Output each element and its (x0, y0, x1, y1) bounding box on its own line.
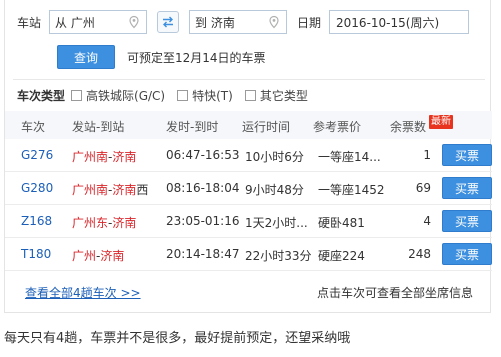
duration: 1天2小时... (245, 216, 308, 230)
price: 一等座14... (318, 150, 381, 164)
query-row: 查询 可预定至12月14日的车票 (57, 45, 266, 69)
train-number-link[interactable]: G276 (21, 148, 53, 162)
route: 广州南-济南 (72, 148, 136, 165)
buy-ticket-button[interactable]: 买票 (442, 144, 492, 166)
presale-notice: 可预定至12月14日的车票 (127, 50, 266, 65)
price: 硬卧481 (318, 216, 365, 230)
filter-label: 其它类型 (259, 89, 308, 103)
header-stations: 发站-到站 (72, 120, 125, 134)
header-seats: 余票数 (390, 120, 427, 134)
filter-label: 高铁城际(G/C) (86, 89, 166, 103)
table-row: G276 广州南-济南 06:47-16:53 10小时6分 一等座14... … (5, 139, 492, 172)
from-station-value: 从 广州 (55, 15, 95, 30)
from-station-input[interactable]: 从 广州 (49, 10, 148, 34)
train-type-filter: 车次类型 高铁城际(G/C) 特快(T) 其它类型 (17, 87, 320, 104)
query-button[interactable]: 查询 (57, 45, 115, 69)
divider (13, 79, 485, 80)
remaining-seats: 248 (408, 247, 431, 261)
filter-label: 特快(T) (192, 89, 233, 103)
swap-icon (163, 16, 174, 28)
header-times: 发时-到时 (166, 120, 219, 134)
to-station: 济南 (112, 183, 137, 197)
swap-stations-button[interactable] (157, 11, 180, 33)
remaining-seats: 69 (415, 181, 431, 195)
route: 广州-济南 (72, 247, 124, 264)
header-train: 车次 (21, 120, 46, 134)
to-station: 济南 (112, 150, 137, 164)
date-input[interactable]: 2016-10-15(周六) (329, 10, 470, 34)
seat-info-hint: 点击车次可查看全部坐席信息 (316, 286, 473, 300)
buy-ticket-button[interactable]: 买票 (442, 210, 492, 232)
checkbox-icon[interactable] (177, 90, 189, 101)
buy-ticket-button[interactable]: 买票 (442, 177, 492, 199)
train-number-link[interactable]: Z168 (21, 214, 52, 228)
filter-other[interactable]: 其它类型 (244, 87, 308, 104)
header-duration: 运行时间 (242, 120, 291, 134)
duration: 10小时6分 (245, 150, 304, 164)
location-pin-icon (269, 15, 279, 29)
checkbox-icon[interactable] (71, 90, 83, 101)
answer-comment: 每天只有4趟，车票并不是很多，最好提前预定，还望采纳哦 (4, 331, 351, 346)
train-number-link[interactable]: T180 (21, 247, 51, 261)
date-label: 日期 (297, 15, 322, 30)
table-row: T180 广州-济南 20:14-18:47 22小时33分 硬座224 248… (5, 238, 492, 271)
depart-arrive-time: 08:16-18:04 (166, 181, 240, 195)
remaining-seats: 1 (423, 148, 431, 162)
buy-ticket-button[interactable]: 买票 (442, 243, 492, 265)
depart-arrive-time: 23:05-01:16 (166, 214, 240, 228)
filter-high-speed[interactable]: 高铁城际(G/C) (71, 87, 165, 104)
checkbox-icon[interactable] (244, 90, 256, 101)
from-station: 广州 (72, 249, 97, 263)
remaining-seats: 4 (423, 214, 431, 228)
search-row: 车站 从 广州 到 济南 日期 2016-10-15(周六) (17, 9, 470, 35)
filter-express[interactable]: 特快(T) (177, 87, 233, 104)
to-station: 济南 (100, 249, 125, 263)
route: 广州南-济南西 (72, 181, 148, 198)
header-price: 参考票价 (313, 120, 362, 134)
table-header: 车次 发站-到站 发时-到时 运行时间 参考票价 余票数 最新 (5, 111, 492, 139)
from-station: 广州东 (72, 216, 109, 230)
new-badge: 最新 (429, 115, 453, 129)
price: 硬座224 (318, 249, 365, 263)
depart-arrive-time: 06:47-16:53 (166, 148, 240, 162)
table-row: G280 广州南-济南西 08:16-18:04 9小时48分 一等座1452 … (5, 172, 492, 205)
price: 一等座1452 (318, 183, 385, 197)
view-all-trains-link[interactable]: 查看全部4趟车次 >> (25, 284, 141, 301)
from-station: 广州南 (72, 183, 109, 197)
table-row: Z168 广州东-济南 23:05-01:16 1天2小时... 硬卧481 4… (5, 205, 492, 238)
route: 广州东-济南 (72, 214, 136, 231)
location-pin-icon (129, 15, 139, 29)
to-station-suffix: 西 (136, 183, 149, 197)
filter-title: 车次类型 (17, 89, 66, 103)
from-station: 广州南 (72, 150, 109, 164)
depart-arrive-time: 20:14-18:47 (166, 247, 240, 261)
duration: 9小时48分 (245, 183, 304, 197)
duration: 22小时33分 (245, 249, 312, 263)
to-station-input[interactable]: 到 济南 (189, 10, 288, 34)
train-search-panel: 车站 从 广州 到 济南 日期 2016-10-15(周六) 查询 可预定至12… (4, 0, 492, 313)
station-label: 车站 (17, 15, 42, 30)
to-station-value: 到 济南 (195, 15, 235, 30)
to-station: 济南 (112, 216, 137, 230)
train-number-link[interactable]: G280 (21, 181, 53, 195)
